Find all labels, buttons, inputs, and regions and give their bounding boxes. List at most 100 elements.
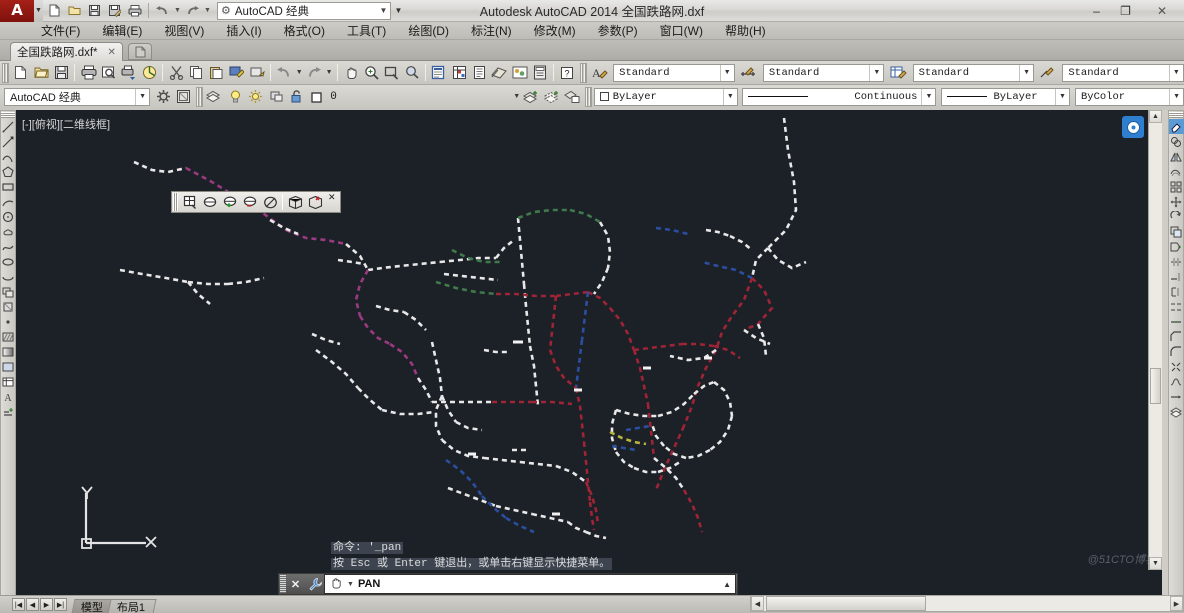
- pan-icon[interactable]: [341, 62, 361, 83]
- dimension-style-combo[interactable]: Standard ▼: [762, 63, 885, 82]
- markup-set-icon[interactable]: [510, 62, 530, 83]
- layer-freeze-thaw-icon[interactable]: [246, 86, 266, 107]
- construction-line-icon[interactable]: [1, 134, 16, 149]
- scroll-left-arrow[interactable]: ◀: [751, 596, 764, 611]
- table-icon[interactable]: [1, 374, 16, 389]
- tool-palettes-icon[interactable]: [469, 62, 489, 83]
- break-at-point-icon[interactable]: [1169, 284, 1184, 299]
- match-properties-icon[interactable]: [227, 62, 247, 83]
- new-icon[interactable]: [11, 62, 31, 83]
- qat-undo-dropdown[interactable]: ▼: [173, 1, 182, 20]
- next-layout-button[interactable]: ▶: [40, 598, 53, 611]
- 3dprint-icon[interactable]: [139, 62, 159, 83]
- properties-toolbar-grip[interactable]: [584, 86, 592, 107]
- move-icon[interactable]: [1169, 194, 1184, 209]
- object-plotstyle-combo[interactable]: ByColor ▼: [1074, 87, 1184, 106]
- layer-previous-icon[interactable]: [542, 86, 562, 107]
- save-icon[interactable]: [51, 62, 71, 83]
- menu-edit[interactable]: 编辑(E): [91, 22, 153, 40]
- chevron-down-icon[interactable]: ▼: [921, 88, 935, 105]
- menu-insert[interactable]: 插入(I): [215, 22, 272, 40]
- workspace-switcher[interactable]: ⚙ AutoCAD 经典 ▼: [217, 1, 391, 20]
- table-style-combo[interactable]: Standard ▼: [912, 63, 1035, 82]
- text-style-combo[interactable]: Standard ▼: [613, 63, 735, 82]
- circle-icon[interactable]: [1, 209, 16, 224]
- plot-preview-icon[interactable]: [99, 62, 119, 83]
- navigation-bar-icon[interactable]: [1122, 116, 1144, 138]
- zoom-realtime-icon[interactable]: [361, 62, 381, 83]
- last-layout-button[interactable]: ▶|: [54, 598, 67, 611]
- rectangle-icon[interactable]: [1, 179, 16, 194]
- publish-icon[interactable]: [119, 62, 139, 83]
- chevron-down-icon[interactable]: ▼: [135, 88, 149, 105]
- layer-properties-icon[interactable]: [205, 86, 225, 107]
- layer-lock-icon[interactable]: [286, 86, 306, 107]
- set-by-layer-icon[interactable]: [1169, 404, 1184, 419]
- menu-dimension[interactable]: 标注(N): [460, 22, 523, 40]
- chevron-down-icon[interactable]: ▼: [1169, 88, 1183, 105]
- cut-icon[interactable]: [166, 62, 186, 83]
- menu-window[interactable]: 窗口(W): [649, 22, 714, 40]
- menu-modify[interactable]: 修改(M): [523, 22, 587, 40]
- command-line-window[interactable]: ✕ ▼ PAN ▲: [278, 573, 738, 595]
- fillet-icon[interactable]: [1169, 344, 1184, 359]
- blend-curves-icon[interactable]: [1169, 374, 1184, 389]
- zoom-all-icon[interactable]: [260, 193, 280, 212]
- toolbar-grip[interactable]: [2, 62, 9, 83]
- gradient-icon[interactable]: [1, 344, 16, 359]
- multileader-style-icon[interactable]: [1038, 62, 1058, 83]
- menu-view[interactable]: 视图(V): [153, 22, 215, 40]
- first-layout-button[interactable]: |◀: [12, 598, 25, 611]
- layers-toolbar-grip[interactable]: [195, 86, 203, 107]
- table-style-icon[interactable]: [888, 62, 908, 83]
- qat-overflow-icon[interactable]: ▼: [392, 6, 405, 15]
- close-icon[interactable]: ✕: [325, 192, 339, 203]
- chevron-down-icon[interactable]: ▼: [1168, 64, 1183, 81]
- floating-toolbar-grip[interactable]: [173, 193, 178, 211]
- lengthen-icon[interactable]: [1169, 389, 1184, 404]
- open-icon[interactable]: [31, 62, 51, 83]
- polygon-icon[interactable]: [1, 164, 16, 179]
- close-button[interactable]: ✕: [1140, 0, 1184, 22]
- modify-toolbar-grip[interactable]: [1169, 112, 1183, 118]
- vertical-scroll-thumb[interactable]: [1150, 368, 1161, 404]
- point-icon[interactable]: [1, 314, 16, 329]
- zoom-window-icon[interactable]: [180, 193, 200, 212]
- chevron-down-icon[interactable]: ▼: [377, 6, 390, 15]
- make-block-icon[interactable]: [1, 299, 16, 314]
- extend-icon[interactable]: [1169, 269, 1184, 284]
- redo-icon[interactable]: [304, 62, 324, 83]
- rotate-icon[interactable]: [1169, 209, 1184, 224]
- dimension-style-icon[interactable]: [739, 62, 759, 83]
- paste-icon[interactable]: [207, 62, 227, 83]
- zoom-out-icon[interactable]: [240, 193, 260, 212]
- qat-save-icon[interactable]: [85, 1, 104, 20]
- scroll-down-arrow[interactable]: ▼: [1149, 557, 1162, 570]
- qat-undo-icon[interactable]: [153, 1, 172, 20]
- explode-icon[interactable]: [1169, 359, 1184, 374]
- qat-new-file-icon[interactable]: [45, 1, 64, 20]
- draw-toolbar-grip[interactable]: [1, 112, 15, 118]
- menu-format[interactable]: 格式(O): [273, 22, 336, 40]
- menu-help[interactable]: 帮助(H): [714, 22, 777, 40]
- layer-on-off-icon[interactable]: [225, 86, 245, 107]
- close-icon[interactable]: ✕: [286, 575, 305, 593]
- expand-history-icon[interactable]: ▲: [723, 580, 731, 589]
- menu-tools[interactable]: 工具(T): [336, 22, 397, 40]
- insert-block-icon[interactable]: [1, 284, 16, 299]
- layer-color-icon[interactable]: [307, 86, 327, 107]
- horizontal-scroll-thumb[interactable]: [766, 596, 926, 611]
- redo-dropdown[interactable]: ▼: [324, 62, 334, 83]
- scroll-up-arrow[interactable]: ▲: [1149, 110, 1162, 123]
- erase-icon[interactable]: [1168, 119, 1184, 134]
- workspace-settings-gear-icon[interactable]: [153, 86, 173, 107]
- region-icon[interactable]: [1, 359, 16, 374]
- polyline-icon[interactable]: [1, 149, 16, 164]
- close-icon[interactable]: ✕: [108, 47, 116, 58]
- wrench-icon[interactable]: [305, 575, 324, 593]
- design-center-icon[interactable]: [449, 62, 469, 83]
- layout1-tab[interactable]: 布局1: [107, 598, 157, 613]
- qat-save-as-icon[interactable]: [105, 1, 124, 20]
- ellipse-icon[interactable]: [1, 254, 16, 269]
- chevron-down-icon[interactable]: ▼: [722, 88, 737, 105]
